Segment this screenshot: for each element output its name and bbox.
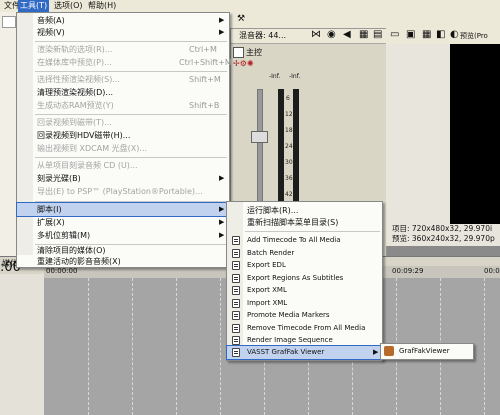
menu-item-export-edl[interactable]: Export EDL	[227, 259, 382, 272]
menu-item-burn-audio-cd[interactable]: 从单项目刻录音频 CD (U)...	[17, 159, 229, 172]
menu-item-multicam[interactable]: 多机位剪辑(M) ▶	[17, 229, 229, 242]
secondary-toolbar: ⚒	[225, 12, 500, 29]
meter-tick: 18	[285, 127, 293, 134]
preview-left	[386, 44, 450, 224]
menu-item-burn-disc[interactable]: 刻录光碟(B) ▶	[17, 172, 229, 185]
master-label: 主控	[246, 48, 262, 57]
menu-item-scripting[interactable]: 脚本(I) ▶	[16, 202, 230, 217]
fader-knob[interactable]	[251, 131, 268, 143]
menu-item-rebuild-audio-peaks[interactable]: 重建活动的影音音频(X)	[16, 255, 230, 268]
menu-item-promote-markers[interactable]: Promote Media Markers	[227, 309, 382, 322]
menu-options[interactable]: 选项(O)	[52, 0, 85, 12]
track-header-area: :00	[0, 260, 45, 415]
meter-tick: 12	[285, 111, 293, 118]
graffak-submenu: GrafFakViewer	[380, 343, 474, 360]
menu-tools[interactable]: 工具(T)	[18, 0, 50, 12]
menu-item-print-to-hdv[interactable]: 回录视频到HDV磁带(H)...	[17, 129, 229, 142]
script-icon	[232, 274, 240, 283]
menu-item-selective-prerender[interactable]: 选择性预渲染视频(S)... Shift+M	[17, 73, 229, 86]
menu-item-rescan-scripts[interactable]: 重新扫描脚本菜单目录(S)	[227, 216, 382, 229]
menu-item-render-new-track[interactable]: 渲染新轨的选项(R)... Ctrl+M	[17, 43, 229, 56]
panel-button[interactable]	[2, 16, 16, 28]
menu-item-print-to-tape[interactable]: 回录视频到磁带(T)...	[17, 116, 229, 129]
script-icon	[232, 286, 240, 295]
db-right: -Inf.	[289, 73, 301, 80]
db-left: -Inf.	[269, 73, 281, 80]
ruler-tick: 00:0	[484, 267, 500, 275]
overlay-icon[interactable]: ◐	[450, 29, 459, 40]
scripting-submenu: 运行脚本(R)... 重新扫描脚本菜单目录(S) Add Timecode To…	[226, 201, 383, 361]
meter-tick: 42	[285, 191, 293, 198]
graffak-app-icon	[384, 346, 394, 356]
record-icon[interactable]: ◉	[327, 29, 336, 40]
menu-item-clean-project-media[interactable]: 清除项目的媒体(O)	[17, 246, 229, 255]
split-icon[interactable]: ◧	[436, 29, 445, 40]
preview-dropdown[interactable]: 预览(Pro	[460, 31, 488, 41]
menu-item-xdcam[interactable]: 输出视频到 XDCAM 光盘(X)...	[17, 142, 229, 155]
script-icon	[232, 261, 240, 270]
window-icon[interactable]: ▣	[406, 29, 415, 40]
menu-item-video[interactable]: 视频(V) ▶	[17, 26, 229, 39]
menu-item-clean-prerender[interactable]: 清理预渲染视频(D)...	[17, 86, 229, 99]
script-icon	[232, 311, 240, 320]
fx-chain-icon[interactable]: ✢⚙✺	[233, 59, 254, 68]
menu-item-add-timecode[interactable]: Add Timecode To All Media	[227, 234, 382, 247]
preview-resolution: 预览: 360x240x32, 29.970p	[392, 234, 495, 243]
project-info: 项目: 720x480x32, 29.970i	[392, 224, 493, 233]
hammer-icon[interactable]: ⚒	[237, 14, 245, 24]
menu-item-preview-in-library[interactable]: 在媒体库中预览(P)... Ctrl+Shift+M	[17, 56, 232, 69]
ruler-tick: 00:00:00	[46, 267, 78, 275]
tools-menu: 音频(A) ▶ 视频(V) ▶ 渲染新轨的选项(R)... Ctrl+M 在媒体库中预…	[16, 12, 232, 257]
menu-item-graffak-viewer[interactable]: GrafFakViewer	[381, 345, 473, 358]
menu-help[interactable]: 帮助(H)	[86, 0, 118, 12]
menu-icon[interactable]: ▤	[373, 29, 382, 40]
meter-tick: 24	[285, 143, 293, 150]
script-icon	[232, 236, 240, 245]
preview-info: 项目: 720x480x32, 29.970i 预览: 360x240x32, …	[386, 224, 500, 246]
meter-tick: 6	[286, 95, 290, 102]
script-icon	[232, 299, 240, 308]
mixer-title: 混音器: 44...	[239, 31, 287, 40]
fx-icon[interactable]: ⋈	[311, 29, 321, 40]
speaker-icon[interactable]: ◀	[343, 29, 351, 40]
video-preview	[450, 44, 500, 224]
script-icon	[232, 324, 240, 333]
menu-item-export-psp[interactable]: 导出(E) to PSP™ (PlayStation®Portable)...	[17, 185, 229, 198]
preview-toolbar: ▭ ▣ ▦ ◧ ◐ 预览(Pro	[386, 28, 500, 45]
meter-tick: 36	[285, 175, 293, 182]
master-checkbox[interactable]	[233, 47, 244, 58]
menu-item-export-xml[interactable]: Export XML	[227, 284, 382, 297]
menu-item-vasst-graffak[interactable]: VASST GrafFak Viewer ▶	[226, 345, 383, 360]
grid-icon[interactable]: ▦	[422, 29, 431, 40]
menu-item-ram-preview[interactable]: 生成动态RAM预览(Y) Shift+B	[17, 99, 229, 112]
meter-tick: 30	[285, 159, 293, 166]
monitor-icon[interactable]: ▭	[390, 29, 399, 40]
settings-icon[interactable]: ▦	[359, 29, 368, 40]
menu-item-extensions[interactable]: 扩展(X) ▶	[17, 216, 229, 229]
script-icon	[232, 348, 240, 357]
script-icon	[232, 249, 240, 258]
ruler-tick: 00:09:29	[392, 267, 424, 275]
script-icon	[232, 336, 240, 345]
